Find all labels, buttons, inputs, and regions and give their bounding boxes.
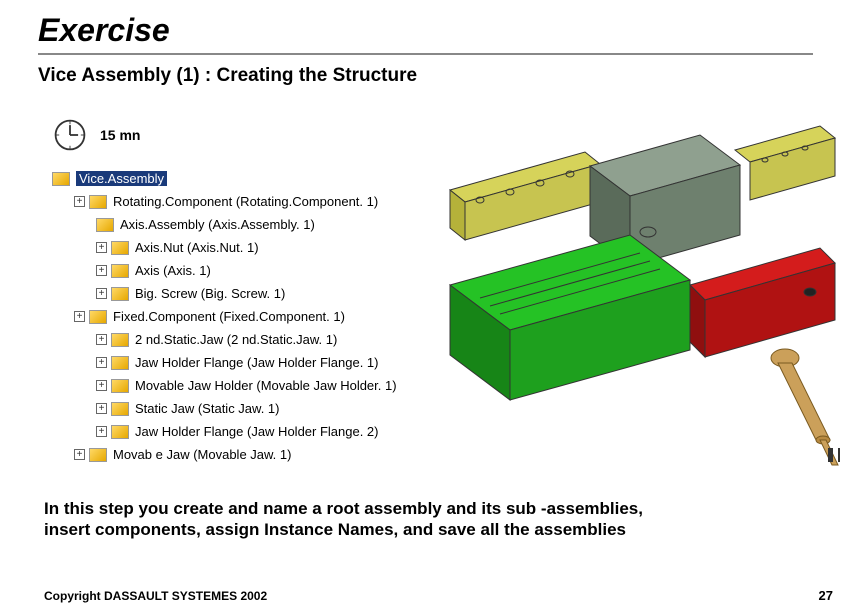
expand-icon[interactable]: + bbox=[74, 449, 85, 460]
part-icon bbox=[111, 287, 129, 301]
node-label: Fixed.Component (Fixed.Component. 1) bbox=[113, 309, 345, 324]
tree-node[interactable]: + Movab e Jaw (Movable Jaw. 1) bbox=[74, 443, 851, 466]
part-icon bbox=[111, 425, 129, 439]
assembly-icon bbox=[52, 172, 70, 186]
part-icon bbox=[111, 241, 129, 255]
node-label: Movab e Jaw (Movable Jaw. 1) bbox=[113, 447, 291, 462]
tree-node[interactable]: + Fixed.Component (Fixed.Component. 1) bbox=[74, 305, 851, 328]
tree-node[interactable]: + Static Jaw (Static Jaw. 1) bbox=[96, 397, 851, 420]
time-text: 15 mn bbox=[100, 127, 140, 143]
tree-node[interactable]: +2 nd.Static.Jaw (2 nd.Static.Jaw. 1) bbox=[96, 328, 851, 351]
assembly-icon bbox=[89, 195, 107, 209]
tree-node[interactable]: + Axis (Axis. 1) bbox=[96, 259, 851, 282]
expand-icon[interactable]: + bbox=[96, 380, 107, 391]
tree-node-root[interactable]: Vice.Assembly bbox=[52, 167, 851, 190]
node-label: Big. Screw (Big. Screw. 1) bbox=[135, 286, 285, 301]
expand-icon[interactable]: + bbox=[96, 242, 107, 253]
part-icon bbox=[111, 402, 129, 416]
body-text: In this step you create and name a root … bbox=[44, 498, 664, 541]
part-icon bbox=[111, 379, 129, 393]
expand-icon[interactable]: + bbox=[74, 311, 85, 322]
subtitle: Vice Assembly (1) : Creating the Structu… bbox=[0, 55, 851, 87]
assembly-icon bbox=[96, 218, 114, 232]
expand-icon[interactable]: + bbox=[96, 288, 107, 299]
expand-icon[interactable]: + bbox=[96, 403, 107, 414]
page-number: 27 bbox=[819, 588, 833, 603]
clock-icon bbox=[52, 117, 88, 153]
expand-icon[interactable]: + bbox=[96, 334, 107, 345]
expand-icon[interactable]: + bbox=[96, 265, 107, 276]
copyright: Copyright DASSAULT SYSTEMES 2002 bbox=[44, 589, 267, 603]
node-label: Axis.Nut (Axis.Nut. 1) bbox=[135, 240, 259, 255]
assembly-tree: Vice.Assembly + Rotating.Component (Rotat… bbox=[0, 153, 851, 466]
node-label: Static Jaw (Static Jaw. 1) bbox=[135, 401, 280, 416]
node-label: Vice.Assembly bbox=[76, 171, 167, 186]
node-label: Axis (Axis. 1) bbox=[135, 263, 211, 278]
tree-node[interactable]: + Jaw Holder Flange (Jaw Holder Flange. 2… bbox=[96, 420, 851, 443]
tree-node[interactable]: + Jaw Holder Flange (Jaw Holder Flange. 1… bbox=[96, 351, 851, 374]
node-label: Jaw Holder Flange (Jaw Holder Flange. 1) bbox=[135, 355, 379, 370]
part-icon bbox=[89, 448, 107, 462]
tree-node[interactable]: + Rotating.Component (Rotating.Component.… bbox=[74, 190, 851, 213]
node-label: Axis.Assembly (Axis.Assembly. 1) bbox=[120, 217, 315, 232]
node-label: 2 nd.Static.Jaw (2 nd.Static.Jaw. 1) bbox=[135, 332, 337, 347]
page-title: Exercise bbox=[0, 0, 851, 49]
node-label: Movable Jaw Holder (Movable Jaw Holder. … bbox=[135, 378, 397, 393]
tree-node[interactable]: + Big. Screw (Big. Screw. 1) bbox=[96, 282, 851, 305]
part-icon bbox=[111, 356, 129, 370]
tree-node[interactable]: + Movable Jaw Holder (Movable Jaw Holder.… bbox=[96, 374, 851, 397]
expand-icon[interactable]: + bbox=[96, 426, 107, 437]
assembly-icon bbox=[89, 310, 107, 324]
expand-icon[interactable]: + bbox=[74, 196, 85, 207]
tree-node[interactable]: + Axis.Nut (Axis.Nut. 1) bbox=[96, 236, 851, 259]
part-icon bbox=[111, 264, 129, 278]
expand-icon[interactable]: + bbox=[96, 357, 107, 368]
node-label: Jaw Holder Flange (Jaw Holder Flange. 2) bbox=[135, 424, 379, 439]
part-icon bbox=[111, 333, 129, 347]
node-label: Rotating.Component (Rotating.Component. … bbox=[113, 194, 378, 209]
tree-node[interactable]: Axis.Assembly (Axis.Assembly. 1) bbox=[96, 213, 851, 236]
